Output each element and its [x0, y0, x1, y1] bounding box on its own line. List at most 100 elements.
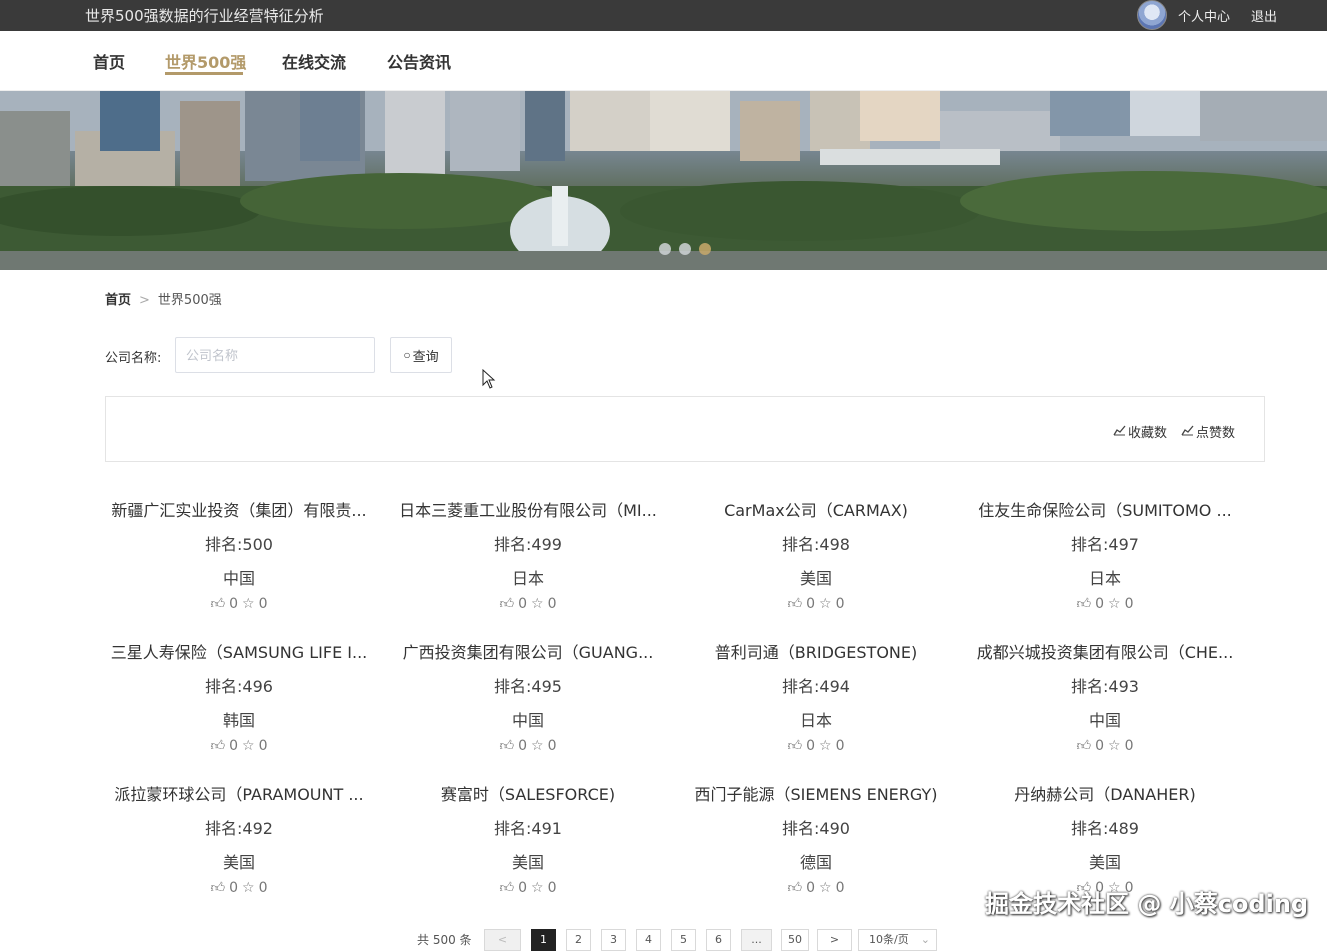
company-name[interactable]: 三星人寿保险（SAMSUNG LIFE I...	[105, 639, 373, 663]
breadcrumb-current: 世界500强	[157, 293, 222, 308]
favorite-count: 0	[547, 880, 557, 896]
star-icon[interactable]: ☆	[819, 880, 832, 896]
page-button[interactable]: 5	[671, 929, 696, 951]
page-size-select[interactable]: 10条/页 ⌄	[858, 929, 937, 951]
sort-favorites-label: 收藏数	[1128, 426, 1168, 441]
company-country: 韩国	[222, 711, 255, 730]
company-card[interactable]: 成都兴城投资集团有限公司（CHE... 排名:493 中国 👍︎ 0 ☆ 0	[971, 639, 1239, 754]
thumbs-up-icon[interactable]: 👍︎	[210, 738, 225, 754]
carousel-dot-active[interactable]	[699, 243, 711, 255]
mouse-cursor-icon	[482, 369, 496, 389]
company-rank: 排名:490	[782, 819, 850, 838]
company-name[interactable]: CarMax公司（CARMAX)	[682, 497, 950, 521]
thumbs-up-icon[interactable]: 👍︎	[499, 738, 514, 754]
thumbs-up-icon[interactable]: 👍︎	[1076, 596, 1091, 612]
star-icon[interactable]: ☆	[531, 738, 544, 754]
chart-icon	[1181, 425, 1194, 439]
company-country: 德国	[799, 853, 832, 872]
company-name[interactable]: 西门子能源（SIEMENS ENERGY)	[682, 781, 950, 805]
page-button[interactable]: 2	[566, 929, 591, 951]
thumbs-up-icon[interactable]: 👍︎	[787, 596, 802, 612]
thumbs-up-icon[interactable]: 👍︎	[210, 596, 225, 612]
thumbs-up-icon[interactable]: 👍︎	[787, 738, 802, 754]
star-icon[interactable]: ☆	[1108, 738, 1121, 754]
thumbs-up-icon[interactable]: 👍︎	[787, 880, 802, 896]
nav-item-forum[interactable]: 在线交流	[282, 49, 346, 73]
favorite-count: 0	[547, 596, 557, 612]
site-title: 世界500强数据的行业经营特征分析	[85, 7, 324, 25]
company-country: 日本	[511, 569, 544, 588]
sort-by-favorites[interactable]: 收藏数	[1113, 422, 1167, 441]
like-count: 0	[806, 596, 816, 612]
search-button-label: 查询	[412, 348, 439, 364]
prev-page-button[interactable]: <	[484, 929, 521, 951]
thumbs-up-icon[interactable]: 👍︎	[1076, 738, 1091, 754]
company-card[interactable]: CarMax公司（CARMAX) 排名:498 美国 👍︎ 0 ☆ 0	[682, 497, 950, 612]
favorite-count: 0	[258, 738, 268, 754]
page-button[interactable]: 50	[781, 929, 809, 951]
page-ellipsis[interactable]: ...	[741, 929, 772, 951]
page-button[interactable]: 3	[601, 929, 626, 951]
logout-link[interactable]: 退出	[1251, 6, 1277, 25]
carousel-dot[interactable]	[659, 243, 671, 255]
sort-likes-label: 点赞数	[1196, 426, 1236, 441]
like-count: 0	[518, 738, 528, 754]
thumbs-up-icon[interactable]: 👍︎	[210, 880, 225, 896]
company-card[interactable]: 三星人寿保险（SAMSUNG LIFE I... 排名:496 韩国 👍︎ 0 ☆ 0	[105, 639, 373, 754]
company-card[interactable]: 西门子能源（SIEMENS ENERGY) 排名:490 德国 👍︎ 0 ☆ 0	[682, 781, 950, 896]
company-card[interactable]: 丹纳赫公司（DANAHER) 排名:489 美国 👍︎ 0 ☆ 0	[971, 781, 1239, 896]
star-icon[interactable]: ☆	[531, 880, 544, 896]
company-name[interactable]: 派拉蒙环球公司（PARAMOUNT ...	[105, 781, 373, 805]
company-card[interactable]: 赛富时（SALESFORCE) 排名:491 美国 👍︎ 0 ☆ 0	[394, 781, 662, 896]
page-button[interactable]: 1	[531, 929, 556, 951]
avatar[interactable]	[1137, 0, 1167, 30]
star-icon[interactable]: ☆	[242, 738, 255, 754]
company-name[interactable]: 新疆广汇实业投资（集团）有限责...	[105, 497, 373, 521]
company-name[interactable]: 丹纳赫公司（DANAHER)	[971, 781, 1239, 805]
company-stats: 👍︎ 0 ☆ 0	[682, 737, 950, 754]
chevron-down-icon: ⌄	[920, 933, 930, 946]
company-card[interactable]: 普利司通（BRIDGESTONE) 排名:494 日本 👍︎ 0 ☆ 0	[682, 639, 950, 754]
banner-carousel[interactable]	[0, 91, 1327, 270]
company-country: 中国	[511, 711, 544, 730]
star-icon[interactable]: ☆	[242, 880, 255, 896]
star-icon[interactable]: ☆	[819, 738, 832, 754]
user-center-link[interactable]: 个人中心	[1178, 6, 1230, 25]
nav-item-fortune500[interactable]: 世界500强	[165, 49, 246, 73]
breadcrumb-home[interactable]: 首页	[105, 293, 131, 308]
company-name[interactable]: 住友生命保险公司（SUMITOMO ...	[971, 497, 1239, 521]
nav-active-underline	[165, 72, 243, 75]
thumbs-up-icon[interactable]: 👍︎	[499, 596, 514, 612]
breadcrumb: 首页 > 世界500强	[105, 289, 222, 308]
company-name[interactable]: 日本三菱重工业股份有限公司（MI...	[394, 497, 662, 521]
company-name[interactable]: 广西投资集团有限公司（GUANG...	[394, 639, 662, 663]
thumbs-up-icon[interactable]: 👍︎	[499, 880, 514, 896]
company-name-input[interactable]	[175, 337, 375, 373]
star-icon[interactable]: ☆	[242, 596, 255, 612]
nav-item-news[interactable]: 公告资讯	[387, 49, 451, 73]
star-icon[interactable]: ☆	[1108, 596, 1121, 612]
search-button[interactable]: ○ 查询	[390, 337, 452, 373]
nav-item-home[interactable]: 首页	[93, 49, 125, 73]
company-rank: 排名:500	[205, 535, 273, 554]
company-name[interactable]: 普利司通（BRIDGESTONE)	[682, 639, 950, 663]
like-count: 0	[229, 596, 239, 612]
company-card[interactable]: 派拉蒙环球公司（PARAMOUNT ... 排名:492 美国 👍︎ 0 ☆ 0	[105, 781, 373, 896]
star-icon[interactable]: ☆	[819, 596, 832, 612]
company-card[interactable]: 新疆广汇实业投资（集团）有限责... 排名:500 中国 👍︎ 0 ☆ 0	[105, 497, 373, 612]
next-page-button[interactable]: >	[817, 929, 852, 951]
company-stats: 👍︎ 0 ☆ 0	[394, 737, 662, 754]
carousel-dot[interactable]	[679, 243, 691, 255]
company-card[interactable]: 住友生命保险公司（SUMITOMO ... 排名:497 日本 👍︎ 0 ☆ 0	[971, 497, 1239, 612]
sort-by-likes[interactable]: 点赞数	[1181, 422, 1235, 441]
company-country: 美国	[1088, 853, 1121, 872]
company-card[interactable]: 日本三菱重工业股份有限公司（MI... 排名:499 日本 👍︎ 0 ☆ 0	[394, 497, 662, 612]
company-card[interactable]: 广西投资集团有限公司（GUANG... 排名:495 中国 👍︎ 0 ☆ 0	[394, 639, 662, 754]
company-name[interactable]: 成都兴城投资集团有限公司（CHE...	[971, 639, 1239, 663]
star-icon[interactable]: ☆	[531, 596, 544, 612]
page-button[interactable]: 4	[636, 929, 661, 951]
company-rank: 排名:489	[1071, 819, 1139, 838]
page-button[interactable]: 6	[706, 929, 731, 951]
company-name[interactable]: 赛富时（SALESFORCE)	[394, 781, 662, 805]
company-country: 日本	[799, 711, 832, 730]
